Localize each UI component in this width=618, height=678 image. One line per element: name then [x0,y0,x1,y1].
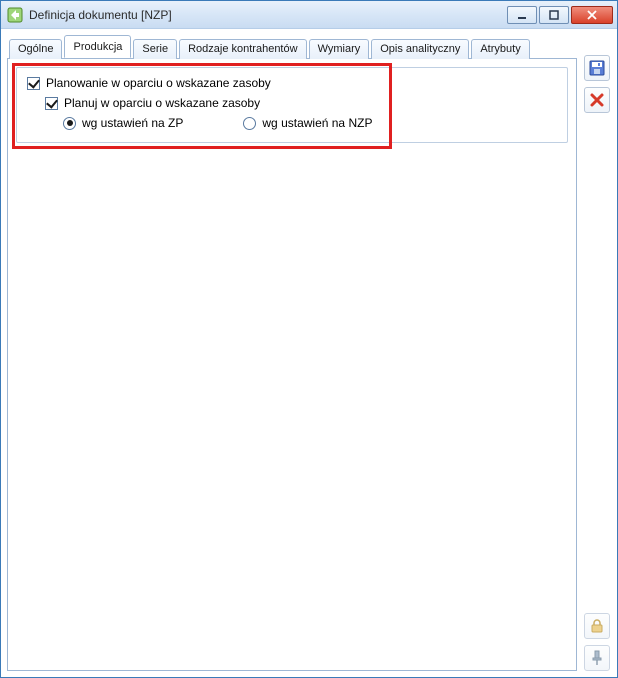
radio-group: wg ustawień na ZP wg ustawień na NZP [63,116,557,130]
checkbox-planowanie-label: Planowanie w oparciu o wskazane zasoby [46,76,271,90]
app-icon [7,7,23,23]
sub-checkbox-row: Planuj w oparciu o wskazane zasoby [45,96,557,110]
pin-button[interactable] [584,645,610,671]
delete-button[interactable] [584,87,610,113]
tab-atrybuty[interactable]: Atrybuty [471,39,529,59]
tab-serie[interactable]: Serie [133,39,177,59]
tabstrip: Ogólne Produkcja Serie Rodzaje kontrahen… [7,35,577,58]
tab-opis-analityczny[interactable]: Opis analityczny [371,39,469,59]
save-button[interactable] [584,55,610,81]
pin-icon [589,650,605,666]
minimize-icon [516,10,528,20]
client-area: Ogólne Produkcja Serie Rodzaje kontrahen… [1,29,617,677]
tabs-area: Ogólne Produkcja Serie Rodzaje kontrahen… [7,35,577,671]
lock-button[interactable] [584,613,610,639]
radio-wg-nzp[interactable]: wg ustawień na NZP [243,116,372,130]
master-checkbox-row: Planowanie w oparciu o wskazane zasoby [27,76,557,90]
tab-wymiary[interactable]: Wymiary [309,39,370,59]
maximize-button[interactable] [539,6,569,24]
maximize-icon [548,10,560,20]
radio-wg-zp-dot [63,117,76,130]
titlebar[interactable]: Definicja dokumentu [NZP] [1,1,617,29]
checkbox-planuj[interactable] [45,97,58,110]
right-tools [583,35,611,671]
checkbox-planowanie[interactable] [27,77,40,90]
tab-panel-produkcja: Planowanie w oparciu o wskazane zasoby P… [7,58,577,671]
delete-icon [589,92,605,108]
tab-ogolne[interactable]: Ogólne [9,39,62,59]
radio-wg-zp-label: wg ustawień na ZP [82,116,183,130]
window-title: Definicja dokumentu [NZP] [29,8,172,22]
save-icon [589,60,605,76]
radio-wg-nzp-dot [243,117,256,130]
planning-group: Planowanie w oparciu o wskazane zasoby P… [16,67,568,143]
window-buttons [507,6,613,24]
minimize-button[interactable] [507,6,537,24]
radio-wg-nzp-label: wg ustawień na NZP [262,116,372,130]
checkbox-planuj-label: Planuj w oparciu o wskazane zasoby [64,96,260,110]
close-icon [586,10,598,20]
app-window: Definicja dokumentu [NZP] O [0,0,618,678]
close-button[interactable] [571,6,613,24]
tab-rodzaje-kontrahentow[interactable]: Rodzaje kontrahentów [179,39,306,59]
lock-icon [589,618,605,634]
tab-produkcja[interactable]: Produkcja [64,35,131,58]
radio-wg-zp[interactable]: wg ustawień na ZP [63,116,183,130]
